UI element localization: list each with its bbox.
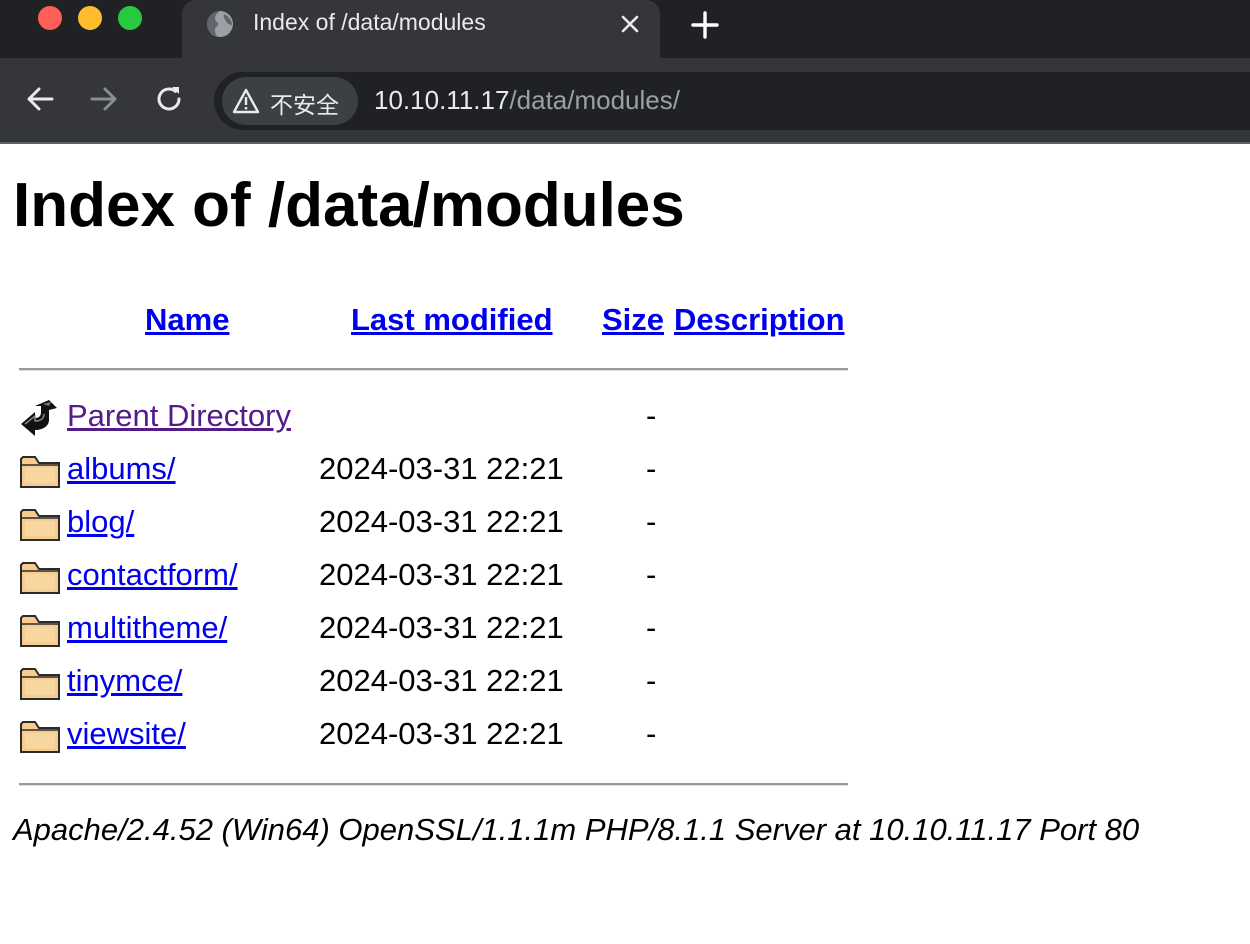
column-header-name[interactable]: Name xyxy=(145,302,229,338)
tab-title: Index of /data/modules xyxy=(253,9,486,35)
column-header-last-modified[interactable]: Last modified xyxy=(351,302,553,338)
divider-bottom xyxy=(19,783,848,786)
page-title: Index of /data/modules xyxy=(13,171,685,240)
browser-tab-strip: Index of /data/modules xyxy=(0,0,1250,58)
window-zoom-button[interactable] xyxy=(118,6,142,30)
reload-icon[interactable] xyxy=(153,83,185,115)
page-content: Index of /data/modules Name Last modifie… xyxy=(0,144,1250,944)
entry-link[interactable]: blog/ xyxy=(67,504,134,540)
url-path: /data/modules/ xyxy=(509,85,680,115)
folder-icon xyxy=(20,721,60,753)
column-header-size[interactable]: Size xyxy=(602,302,664,338)
back-arrow-icon xyxy=(21,400,57,436)
table-row: multitheme/ 2024-03-31 22:21 - xyxy=(0,608,900,658)
entry-link[interactable]: tinymce/ xyxy=(67,663,182,699)
entry-size: - xyxy=(646,610,657,645)
entry-size: - xyxy=(646,451,657,486)
window-close-button[interactable] xyxy=(38,6,62,30)
warning-icon xyxy=(232,88,260,114)
entry-link[interactable]: viewsite/ xyxy=(67,716,186,752)
entry-size: - xyxy=(646,663,657,698)
table-row: tinymce/ 2024-03-31 22:21 - xyxy=(0,661,900,711)
entry-modified: 2024-03-31 22:21 xyxy=(319,663,564,698)
table-row: blog/ 2024-03-31 22:21 - xyxy=(0,502,900,552)
entry-modified: 2024-03-31 22:21 xyxy=(319,451,564,486)
entry-link[interactable]: contactform/ xyxy=(67,557,238,593)
security-indicator[interactable]: 不安全 xyxy=(222,77,358,125)
forward-arrow-icon[interactable] xyxy=(88,83,120,115)
table-row: albums/ 2024-03-31 22:21 - xyxy=(0,449,900,499)
table-row: contactform/ 2024-03-31 22:21 - xyxy=(0,555,900,605)
url-host: 10.10.11.17 xyxy=(374,85,510,115)
folder-icon xyxy=(20,509,60,541)
back-arrow-icon[interactable] xyxy=(24,83,56,115)
entry-size: - xyxy=(646,557,657,592)
folder-icon xyxy=(20,615,60,647)
browser-tab[interactable]: Index of /data/modules xyxy=(182,0,660,58)
security-label: 不安全 xyxy=(270,93,339,119)
folder-icon xyxy=(20,562,60,594)
parent-directory-link[interactable]: Parent Directory xyxy=(67,398,291,434)
url-text[interactable]: 10.10.11.17/data/modules/ xyxy=(374,85,680,116)
entry-size: - xyxy=(646,504,657,539)
entry-modified: 2024-03-31 22:21 xyxy=(319,610,564,645)
entry-link[interactable]: albums/ xyxy=(67,451,176,487)
entry-size: - xyxy=(646,398,657,433)
address-bar[interactable]: 不安全 10.10.11.17/data/modules/ xyxy=(214,72,1250,130)
window-minimize-button[interactable] xyxy=(78,6,102,30)
column-header-description[interactable]: Description xyxy=(674,302,845,338)
entry-size: - xyxy=(646,716,657,751)
entry-modified: 2024-03-31 22:21 xyxy=(319,504,564,539)
folder-icon xyxy=(20,668,60,700)
browser-toolbar: 不安全 10.10.11.17/data/modules/ xyxy=(0,58,1250,144)
globe-icon xyxy=(207,11,233,37)
entry-modified: 2024-03-31 22:21 xyxy=(319,557,564,592)
divider-top xyxy=(19,368,848,371)
entry-link[interactable]: multitheme/ xyxy=(67,610,227,646)
entry-modified: 2024-03-31 22:21 xyxy=(319,716,564,751)
folder-icon xyxy=(20,456,60,488)
table-row: viewsite/ 2024-03-31 22:21 - xyxy=(0,714,900,764)
new-tab-icon[interactable] xyxy=(690,10,720,40)
parent-directory-row: Parent Directory - xyxy=(0,396,900,446)
server-signature: Apache/2.4.52 (Win64) OpenSSL/1.1.1m PHP… xyxy=(13,812,1140,847)
close-tab-icon[interactable] xyxy=(616,10,644,38)
